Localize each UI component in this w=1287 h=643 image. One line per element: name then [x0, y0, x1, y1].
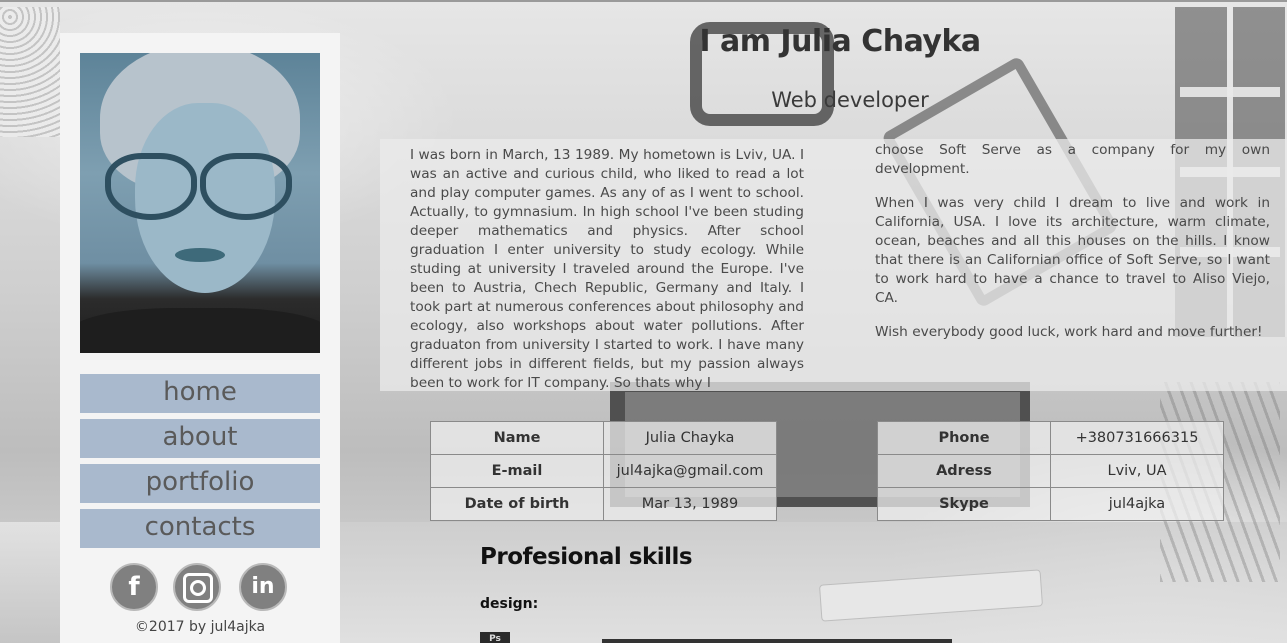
- copyright: ©2017 by jul4ajka: [134, 619, 266, 635]
- page-title: I am Julia Chayka: [699, 24, 981, 59]
- facebook-icon[interactable]: f: [110, 563, 158, 611]
- table-row: Skype jul4ajka: [877, 487, 1224, 521]
- instagram-icon[interactable]: [173, 563, 221, 611]
- nav-contacts[interactable]: contacts: [80, 509, 320, 548]
- nav-portfolio[interactable]: portfolio: [80, 464, 320, 503]
- page-subtitle: Web developer: [771, 88, 929, 112]
- personal-info-table: Name Julia Chayka E-mail jul4ajka@gmail.…: [430, 421, 777, 521]
- bio-paragraph: Wish everybody good luck, work hard and …: [875, 324, 1263, 340]
- bio-text-right: choose Soft Serve as a company for my ow…: [875, 141, 1270, 381]
- nav-home[interactable]: home: [80, 374, 320, 413]
- info-label: Name: [430, 421, 604, 455]
- linkedin-icon[interactable]: in: [239, 563, 287, 611]
- bio-paragraph: When I was very child I dream to live an…: [875, 195, 1270, 306]
- profile-photo: [80, 53, 320, 353]
- skill-progress-bar: [602, 639, 952, 643]
- info-label: Phone: [877, 421, 1051, 455]
- info-value: Lviv, UA: [1050, 454, 1224, 488]
- bg-strip: [0, 522, 60, 643]
- info-label: Adress: [877, 454, 1051, 488]
- bg-pattern: [0, 7, 60, 137]
- skills-category-label: design:: [480, 596, 539, 612]
- social-links: f in: [110, 563, 300, 615]
- info-value: jul4ajka@gmail.com: [603, 454, 777, 488]
- table-row: Adress Lviv, UA: [877, 454, 1224, 488]
- bg-desk: [340, 522, 1287, 643]
- main-nav: home about portfolio contacts: [80, 374, 320, 554]
- info-label: Skype: [877, 487, 1051, 521]
- bio-paragraph: I was born in March, 13 1989. My hometow…: [410, 147, 804, 390]
- table-row: Date of birth Mar 13, 1989: [430, 487, 777, 521]
- table-row: E-mail jul4ajka@gmail.com: [430, 454, 777, 488]
- table-row: Name Julia Chayka: [430, 421, 777, 455]
- info-label: Date of birth: [430, 487, 604, 521]
- photoshop-icon: Ps: [480, 632, 510, 643]
- bio-paragraph: choose Soft Serve as a company for my ow…: [875, 142, 1270, 177]
- info-value: Mar 13, 1989: [603, 487, 777, 521]
- sidebar: home about portfolio contacts f in ©2017…: [60, 33, 340, 643]
- bio-text-left: I was born in March, 13 1989. My hometow…: [410, 146, 804, 390]
- nav-about[interactable]: about: [80, 419, 320, 458]
- info-value: Julia Chayka: [603, 421, 777, 455]
- info-label: E-mail: [430, 454, 604, 488]
- skills-heading: Profesional skills: [480, 544, 693, 570]
- info-value: jul4ajka: [1050, 487, 1224, 521]
- table-row: Phone +380731666315: [877, 421, 1224, 455]
- contact-info-table: Phone +380731666315 Adress Lviv, UA Skyp…: [877, 421, 1224, 521]
- info-value: +380731666315: [1050, 421, 1224, 455]
